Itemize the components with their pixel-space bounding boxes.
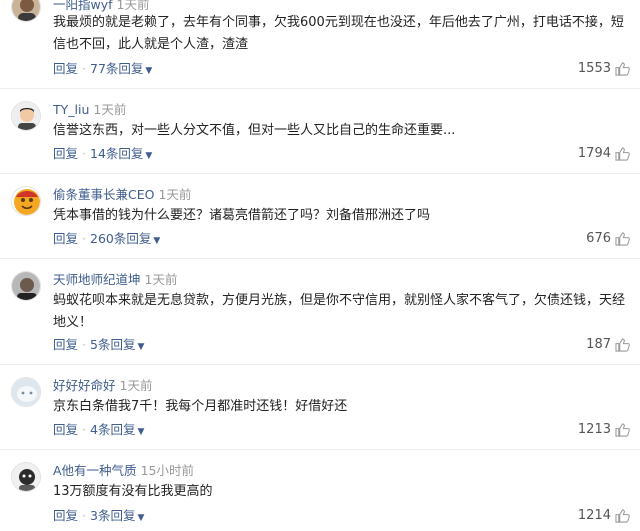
comment-text: 13万额度有没有比我更高的 [53,484,213,499]
user-avatar-icon[interactable] [11,101,41,131]
chevron-down-icon: ▼ [145,66,153,76]
reply-button[interactable]: 回复 [53,61,78,76]
comment-time: 1天前 [144,272,178,287]
view-replies-button[interactable]: 5条回复 ▼ [90,337,144,352]
like-button[interactable]: 1794 [578,146,630,162]
like-button[interactable]: 1214 [578,508,630,524]
divider [0,88,640,89]
divider [0,364,640,365]
replies-count-label: 5条回复 [90,337,136,352]
chevron-down-icon: ▼ [145,151,153,161]
comment-text: 我最烦的就是老赖了，去年有个同事，欠我600元到现在也没还，年后他去了广州，打电… [53,15,624,52]
like-count: 1794 [577,146,611,161]
username-link[interactable]: 天师地师纪道坤 [53,272,141,287]
comment-text: 信誉这东西，对一些人分文不值，但对一些人又比自己的生命还重要... [53,123,456,138]
username-link[interactable]: A他有一种气质 [53,463,137,478]
divider [0,449,640,450]
replies-count-label: 77条回复 [90,61,144,76]
replies-count-label: 260条回复 [90,231,152,246]
chevron-down-icon: ▼ [137,342,145,352]
comment-time: 1天前 [116,0,150,12]
thumbs-up-icon [615,509,630,523]
reply-button[interactable]: 回复 [53,337,78,352]
comment-time: 1天前 [119,378,153,393]
like-count: 187 [586,337,611,352]
thumbs-up-icon [615,62,630,76]
user-avatar-icon[interactable] [11,271,41,301]
comment-text: 京东白条借我7千！我每个月都准时还钱！好借好还 [53,399,348,414]
user-avatar-icon[interactable] [11,0,41,22]
comment-time: 1天前 [158,187,192,202]
chevron-down-icon: ▼ [137,427,145,437]
divider [0,258,640,259]
like-count: 1214 [577,508,611,523]
thumbs-up-icon [615,338,630,352]
like-count: 1213 [577,422,611,437]
like-button[interactable]: 676 [586,231,630,247]
comment-text: 蚂蚁花呗本来就是无息贷款，方便月光族，但是你不守信用，就别怪人家不客气了，欠债还… [53,293,626,330]
username-link[interactable]: 好好好命好 [53,378,116,393]
reply-button[interactable]: 回复 [53,231,78,246]
comment-time: 1天前 [93,102,127,117]
chevron-down-icon: ▼ [137,513,145,523]
thumbs-up-icon [615,232,630,246]
user-avatar-icon[interactable] [11,462,41,492]
reply-button[interactable]: 回复 [53,422,78,437]
replies-count-label: 4条回复 [90,422,136,437]
comment-text: 凭本事借的钱为什么要还？诸葛亮借箭还了吗？刘备借邢洲还了吗 [53,208,431,223]
like-count: 676 [586,231,611,246]
username-link[interactable]: 一阳指wyf [53,0,113,12]
user-avatar-icon[interactable] [11,186,41,216]
username-link[interactable]: TY_liu [53,102,89,117]
reply-button[interactable]: 回复 [53,508,78,523]
view-replies-button[interactable]: 77条回复 ▼ [90,61,152,76]
divider [0,173,640,174]
view-replies-button[interactable]: 3条回复 ▼ [90,508,144,523]
view-replies-button[interactable]: 14条回复 ▼ [90,146,152,161]
thumbs-up-icon [615,423,630,437]
like-button[interactable]: 1213 [578,422,630,438]
view-replies-button[interactable]: 4条回复 ▼ [90,422,144,437]
user-avatar-icon[interactable] [11,377,41,407]
like-count: 1553 [577,61,611,76]
comment-time: 15小时前 [140,463,194,478]
username-link[interactable]: 偷条董事长兼CEO [53,187,154,202]
thumbs-up-icon [615,147,630,161]
replies-count-label: 14条回复 [90,146,144,161]
chevron-down-icon: ▼ [153,236,161,246]
replies-count-label: 3条回复 [90,508,136,523]
view-replies-button[interactable]: 260条回复 ▼ [90,231,160,246]
like-button[interactable]: 187 [586,337,630,353]
like-button[interactable]: 1553 [578,61,630,77]
reply-button[interactable]: 回复 [53,146,78,161]
